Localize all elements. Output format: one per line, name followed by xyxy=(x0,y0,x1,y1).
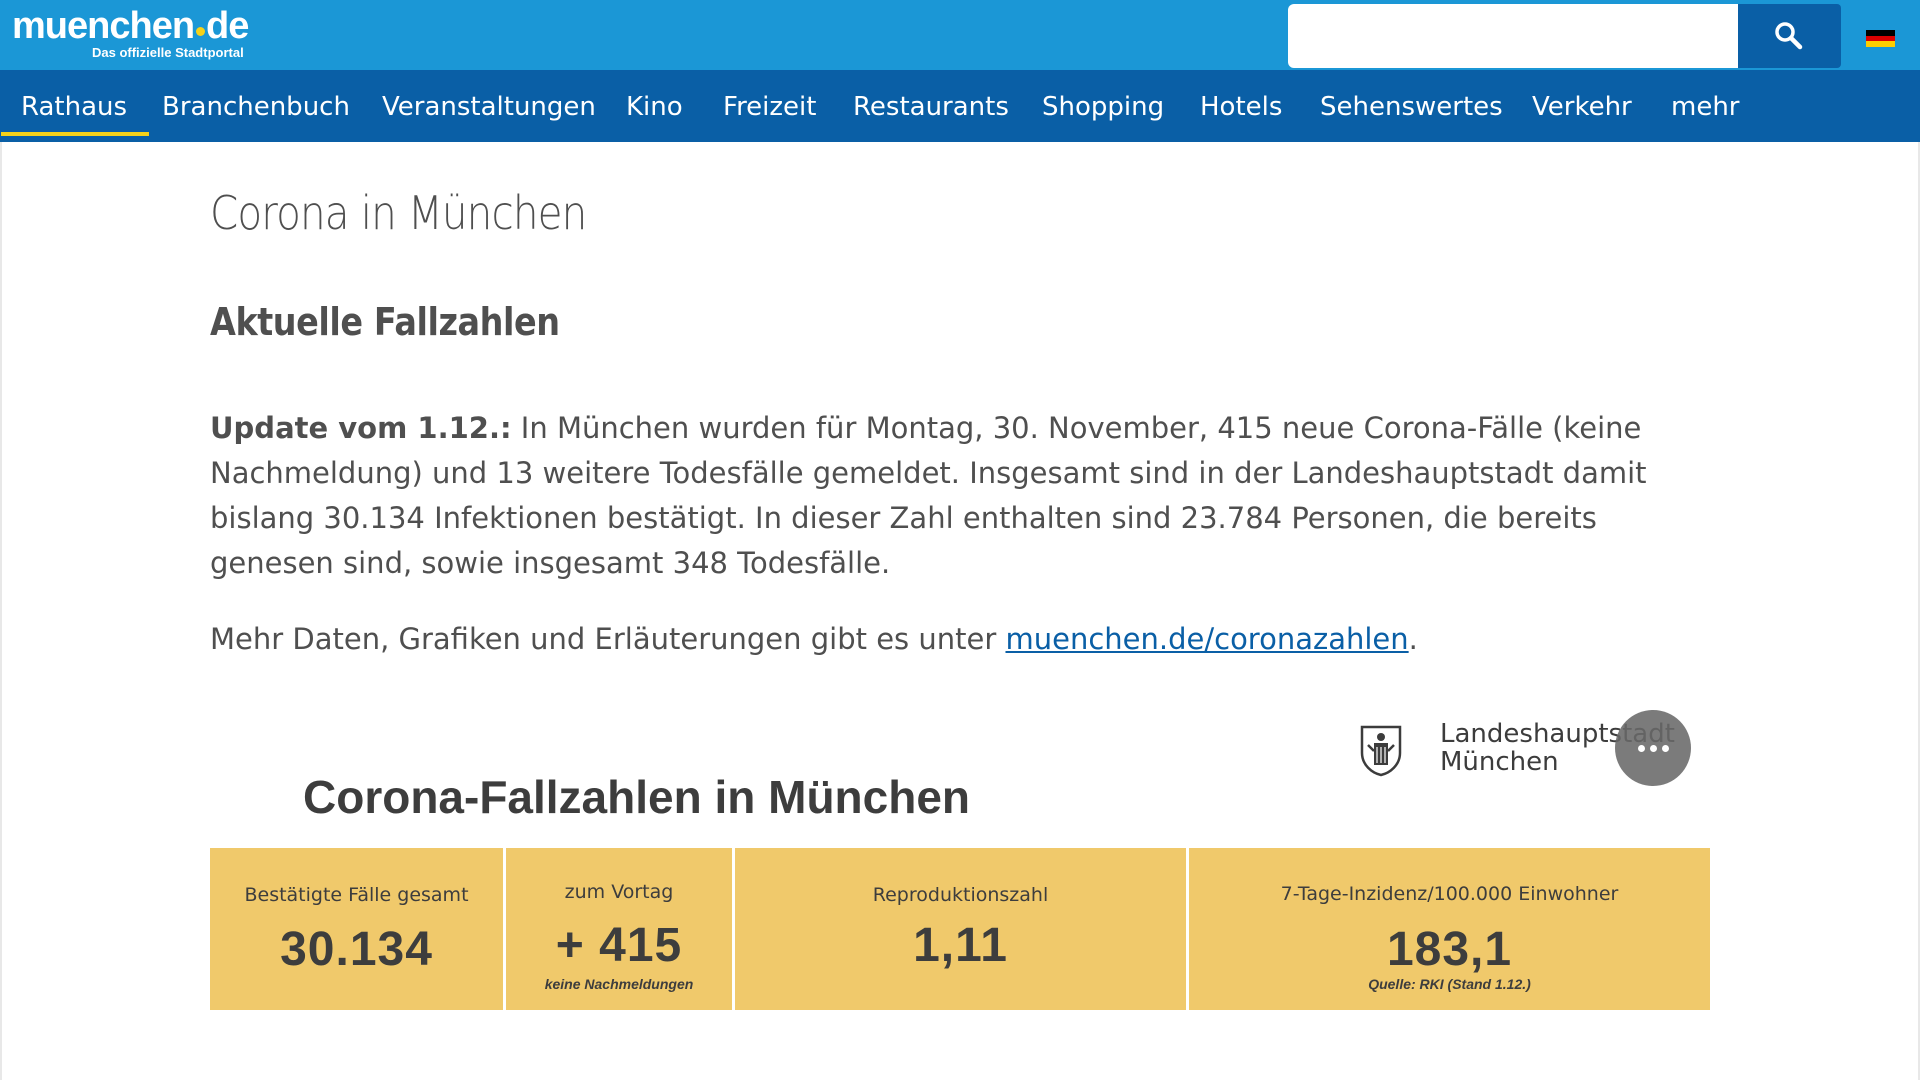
germany-flag-icon[interactable] xyxy=(1866,30,1895,47)
nav-item-freizeit[interactable]: Freizeit xyxy=(723,70,816,142)
logo-tagline: Das offizielle Stadtportal xyxy=(92,45,244,60)
search-icon xyxy=(1775,22,1803,50)
stat-reproduction-number: Reproduktionszahl 1,11 xyxy=(735,848,1186,1010)
search-input[interactable] xyxy=(1288,4,1738,68)
site-logo[interactable]: muenchen de Das offizielle Stadtportal xyxy=(12,5,249,60)
stat-confirmed-cases: Bestätigte Fälle gesamt 30.134 xyxy=(210,848,503,1010)
stat-value: 30.134 xyxy=(280,923,433,976)
nav-item-restaurants[interactable]: Restaurants xyxy=(853,70,1009,142)
page-title: Corona in München xyxy=(210,186,587,240)
update-paragraph: Update vom 1.12.: In München wurden für … xyxy=(210,406,1720,586)
section-title: Aktuelle Fallzahlen xyxy=(210,300,560,344)
update-label: Update vom 1.12.: xyxy=(210,411,512,445)
corona-data-link[interactable]: muenchen.de/coronazahlen xyxy=(1005,622,1408,656)
nav-item-hotels[interactable]: Hotels xyxy=(1200,70,1282,142)
stat-value: 183,1 xyxy=(1386,923,1513,976)
nav-item-veranstaltungen[interactable]: Veranstaltungen xyxy=(382,70,596,142)
logo-wordmark-part: muenchen xyxy=(12,5,195,47)
more-options-button[interactable] xyxy=(1615,710,1691,786)
stat-note: Quelle: RKI (Stand 1.12.) xyxy=(1368,976,1531,992)
more-dot-icon xyxy=(1650,745,1657,752)
stats-row: Bestätigte Fälle gesamt 30.134 zum Vorta… xyxy=(210,848,1710,1010)
stat-value: 1,11 xyxy=(913,919,1008,972)
logo-wordmark-tld: de xyxy=(206,5,249,47)
stat-label: Reproduktionszahl xyxy=(872,884,1049,906)
city-crest-icon xyxy=(1360,725,1402,777)
nav-item-verkehr[interactable]: Verkehr xyxy=(1532,70,1632,142)
more-dot-icon xyxy=(1662,745,1669,752)
more-data-paragraph: Mehr Daten, Grafiken und Erläuterungen g… xyxy=(210,617,1418,662)
top-bar: muenchen de Das offizielle Stadtportal xyxy=(0,0,1920,70)
stat-incidence: 7-Tage-Inzidenz/100.000 Einwohner 183,1 … xyxy=(1189,848,1710,1010)
stat-label: zum Vortag xyxy=(564,881,674,903)
main-nav: Rathaus Branchenbuch Veranstaltungen Kin… xyxy=(0,70,1920,142)
stat-label: 7-Tage-Inzidenz/100.000 Einwohner xyxy=(1280,883,1619,905)
nav-item-rathaus[interactable]: Rathaus xyxy=(0,70,150,142)
nav-item-branchenbuch[interactable]: Branchenbuch xyxy=(162,70,350,142)
stat-previous-day: zum Vortag + 415 keine Nachmeldungen xyxy=(506,848,732,1010)
search-button[interactable] xyxy=(1738,4,1841,68)
nav-item-mehr[interactable]: mehr xyxy=(1671,70,1740,142)
nav-item-shopping[interactable]: Shopping xyxy=(1042,70,1164,142)
nav-item-sehenswertes[interactable]: Sehenswertes xyxy=(1320,70,1503,142)
stat-label: Bestätigte Fälle gesamt xyxy=(244,884,469,906)
more-data-suffix: . xyxy=(1408,622,1418,656)
widget-title: Corona-Fallzahlen in München xyxy=(303,771,971,823)
more-dot-icon xyxy=(1638,745,1645,752)
logo-wordmark: muenchen de xyxy=(12,5,249,47)
stat-note: keine Nachmeldungen xyxy=(544,976,694,992)
more-data-text: Mehr Daten, Grafiken und Erläuterungen g… xyxy=(210,622,1006,656)
nav-item-kino[interactable]: Kino xyxy=(626,70,683,142)
logo-dot-icon xyxy=(196,27,206,36)
stat-value: + 415 xyxy=(555,919,683,972)
